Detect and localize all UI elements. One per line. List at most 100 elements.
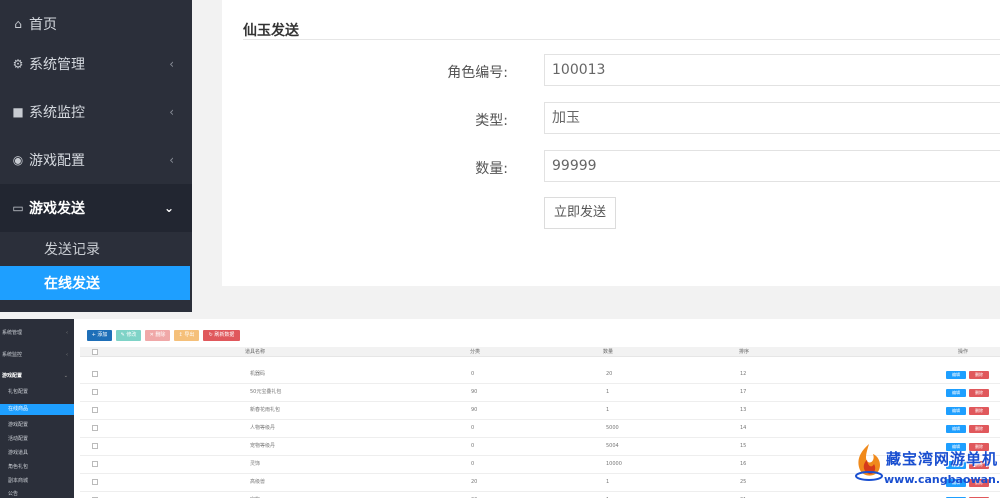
lower-sidebar-subitem[interactable]: 角色礼包 [0, 462, 74, 473]
row-checkbox[interactable] [92, 407, 98, 413]
watermark: 藏宝湾网游单机 www.cangbaowan.net [852, 438, 1000, 498]
cell-quantity: 1 [606, 492, 609, 498]
quantity-label: 数量: [475, 161, 508, 177]
chevron-left-icon: ‹ [169, 153, 174, 167]
home-icon: ⌂ [14, 17, 22, 31]
sidebar-item-game-send[interactable]: ▭ 游戏发送 ⌄ [0, 184, 192, 232]
chevron-left-icon: ‹ [66, 352, 68, 358]
cell-name: 灵饰 [250, 461, 261, 467]
lower-sidebar-subitem[interactable]: 礼包配置 [0, 387, 74, 398]
column-header: 道具名称 [245, 349, 266, 355]
send-form-panel: 仙玉发送 角色编号: 100013 类型: 加玉 数量: 99999 立即发送 [222, 0, 1000, 286]
cell-order: 13 [740, 407, 747, 413]
row-edit-button[interactable]: 编辑 [946, 371, 966, 379]
watermark-title: 藏宝湾网游单机 [886, 450, 999, 468]
cell-category: 20 [471, 492, 477, 498]
row-checkbox[interactable] [92, 371, 98, 377]
sidebar-item-label: 系统监控 [29, 105, 85, 121]
gamepad-icon: ◉ [12, 153, 24, 167]
cell-quantity: 1 [606, 389, 610, 395]
refresh-button[interactable]: ↻ 刷新数据 [203, 330, 240, 341]
cell-quantity: 5004 [606, 443, 619, 449]
sidebar-item-system-management[interactable]: ⚙ 系统管理 ‹ [0, 40, 192, 88]
sidebar-item-label: 游戏配置 [29, 153, 85, 169]
sidebar-item-label: 系统管理 [29, 57, 85, 73]
panel-title: 仙玉发送 [243, 23, 299, 39]
row-edit-button[interactable]: 编辑 [946, 407, 966, 415]
sidebar-subitem-online-send[interactable]: 在线发送 [0, 266, 190, 300]
row-checkbox[interactable] [92, 461, 98, 467]
cell-category: 0 [471, 443, 475, 449]
flame-logo-icon [855, 444, 883, 481]
table-row: 人物等级丹 0 5000 14 编辑 删除 [80, 420, 1000, 438]
row-checkbox[interactable] [92, 443, 98, 449]
sidebar: ⌂ 首页 ⚙ 系统管理 ‹ ■ 系统监控 ‹ ◉ 游戏配置 ‹ ▭ 游戏发送 ⌄… [0, 0, 192, 312]
sidebar-item-game-config[interactable]: ◉ 游戏配置 ‹ [0, 136, 192, 184]
row-delete-button[interactable]: 删除 [969, 371, 989, 379]
edit-button[interactable]: ✎ 修改 [116, 330, 141, 341]
cell-order: 12 [740, 371, 747, 377]
export-button[interactable]: ↥ 导出 [174, 330, 199, 341]
lower-sidebar-subitem[interactable]: 在线商品 [0, 404, 74, 415]
row-delete-button[interactable]: 删除 [969, 407, 989, 415]
row-checkbox[interactable] [92, 389, 98, 395]
lower-sidebar-label: 系统管理 [2, 330, 23, 336]
keyboard-icon: ▭ [12, 201, 24, 215]
cell-quantity: 10000 [606, 461, 622, 467]
cell-name: 宠物等级丹 [250, 443, 276, 449]
lower-sidebar-subitem[interactable]: 游戏道具 [0, 448, 74, 459]
cell-order: 17 [740, 389, 747, 395]
table-row: 新春花雨礼包 90 1 13 编辑 删除 [80, 402, 1000, 420]
role-id-field[interactable]: 100013 [544, 54, 1000, 86]
sidebar-item-label: 首页 [29, 17, 57, 33]
sidebar-item-system-monitor[interactable]: ■ 系统监控 ‹ [0, 88, 192, 136]
cell-name: 机器码 [250, 371, 266, 377]
sidebar-item-label: 游戏发送 [29, 201, 85, 217]
column-header: 排序 [739, 349, 750, 355]
cell-order: 15 [740, 443, 747, 449]
item-list-screenshot: 系统管理 ‹ 系统监控 ‹ 游戏配置 ⌄ 礼包配置 在线商品 游戏配置 活动配置 游戏… [0, 319, 1000, 498]
type-select[interactable]: 加玉 [544, 102, 1000, 134]
lower-sidebar-subitem[interactable]: 副本商城 [0, 476, 74, 487]
cell-quantity: 5000 [606, 425, 619, 431]
row-delete-button[interactable]: 删除 [969, 389, 989, 397]
chevron-left-icon: ‹ [66, 330, 68, 336]
send-now-button[interactable]: 立即发送 [544, 197, 616, 229]
lower-sidebar-item[interactable]: 系统管理 ‹ [0, 328, 74, 339]
role-id-label: 角色编号: [447, 65, 508, 81]
lower-sidebar-item[interactable]: 游戏配置 ⌄ [0, 371, 74, 382]
row-checkbox[interactable] [92, 479, 98, 485]
type-label: 类型: [475, 113, 508, 129]
delete-button[interactable]: ✕ 删除 [145, 330, 170, 341]
chevron-down-icon: ⌄ [63, 373, 68, 379]
lower-sidebar-subitem[interactable]: 活动配置 [0, 434, 74, 445]
lower-sidebar-label: 游戏配置 [2, 373, 23, 379]
lower-sidebar-subitem[interactable]: 游戏配置 [0, 420, 74, 431]
row-checkbox[interactable] [92, 425, 98, 431]
row-edit-button[interactable]: 编辑 [946, 389, 966, 397]
lower-sidebar-item[interactable]: 系统监控 ‹ [0, 350, 74, 361]
gear-icon: ⚙ [12, 57, 24, 71]
screenshot-root: ⌂ 首页 ⚙ 系统管理 ‹ ■ 系统监控 ‹ ◉ 游戏配置 ‹ ▭ 游戏发送 ⌄… [0, 0, 1000, 498]
column-header: 操作 [958, 349, 969, 355]
sidebar-subitem-send-records[interactable]: 发送记录 [0, 232, 192, 266]
add-button[interactable]: + 添加 [87, 330, 112, 341]
divider [243, 39, 1000, 40]
row-delete-button[interactable]: 删除 [969, 425, 989, 433]
quantity-field[interactable]: 99999 [544, 150, 1000, 182]
cell-name: 高级兽 [250, 479, 266, 485]
cell-name: 新春花雨礼包 [250, 407, 281, 413]
cell-name: 宝物 [250, 492, 260, 498]
cell-quantity: 20 [606, 371, 613, 377]
table-header: 道具名称 分类 数量 排序 操作 [80, 347, 1000, 357]
table-row: 50元宝叠礼包 90 1 17 编辑 删除 [80, 384, 1000, 402]
cell-category: 90 [471, 389, 478, 395]
row-edit-button[interactable]: 编辑 [946, 425, 966, 433]
lower-sidebar: 系统管理 ‹ 系统监控 ‹ 游戏配置 ⌄ 礼包配置 在线商品 游戏配置 活动配置 游戏… [0, 319, 74, 498]
cell-name: 人物等级丹 [250, 425, 276, 431]
cell-quantity: 1 [606, 479, 610, 485]
select-all-checkbox[interactable] [92, 349, 98, 355]
lower-sidebar-subitem[interactable]: 公告 [0, 489, 74, 498]
cell-category: 20 [471, 479, 478, 485]
table-row: 机器码 0 20 12 编辑 删除 [80, 366, 1000, 384]
